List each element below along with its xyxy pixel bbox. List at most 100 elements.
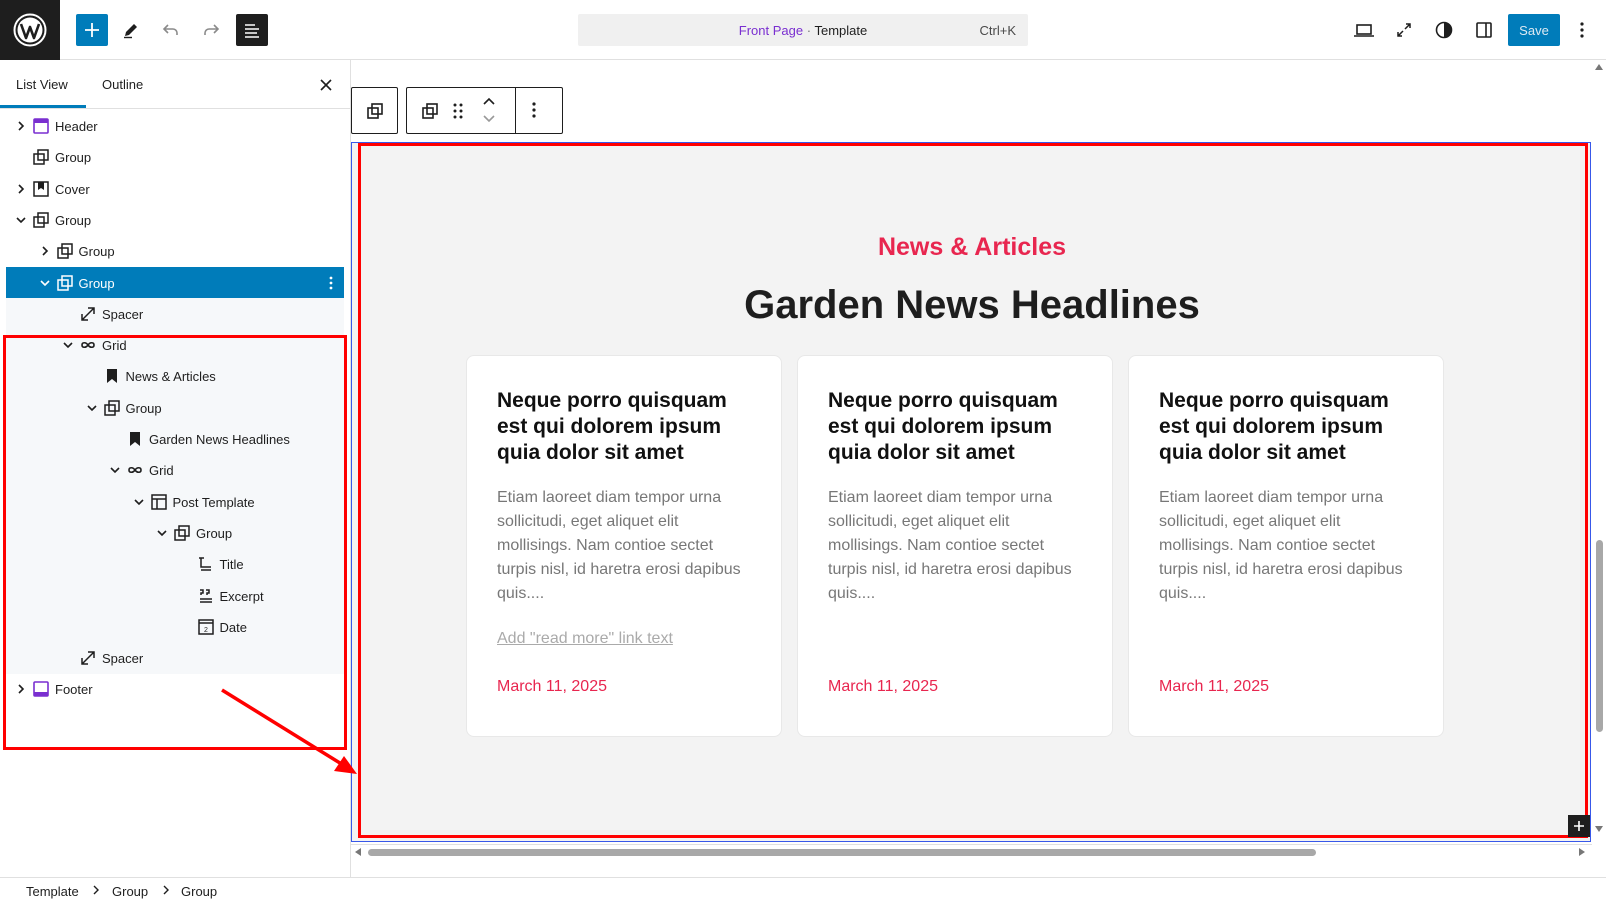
- block-type-button[interactable]: [421, 102, 439, 120]
- post-date[interactable]: March 11, 2025: [1159, 678, 1269, 696]
- redo-icon: [204, 24, 220, 35]
- chevron-right-icon[interactable]: [14, 682, 28, 696]
- horizontal-scrollbar[interactable]: [351, 844, 1592, 858]
- svg-text:2: 2: [204, 627, 208, 634]
- options-button[interactable]: [1568, 14, 1596, 46]
- chevron-down-icon[interactable]: [14, 213, 28, 227]
- breadcrumb-item[interactable]: Template: [26, 884, 79, 899]
- post-card[interactable]: Neque porro quisquam est qui dolorem ips…: [1128, 355, 1444, 737]
- tools-button[interactable]: [115, 14, 147, 46]
- list-view-item[interactable]: Post Template: [6, 485, 344, 518]
- scroll-up-icon[interactable]: [1595, 64, 1603, 70]
- post-excerpt[interactable]: Etiam laoreet diam tempor urna sollicitu…: [1159, 486, 1409, 606]
- tab-list-view[interactable]: List View: [16, 77, 68, 92]
- list-view-item-label: Group: [78, 244, 115, 260]
- post-title[interactable]: Neque porro quisquam est qui dolorem ips…: [828, 388, 1088, 466]
- drag-handle[interactable]: [452, 102, 464, 120]
- list-view-item[interactable]: Group: [6, 204, 344, 236]
- breadcrumb-item[interactable]: Group: [112, 884, 148, 899]
- list-view-item[interactable]: Spacer: [6, 297, 344, 330]
- add-block-button[interactable]: [76, 14, 108, 46]
- list-view-item[interactable]: Header: [6, 110, 344, 142]
- active-tab-indicator: [0, 105, 86, 108]
- scroll-down-icon[interactable]: [1595, 826, 1603, 832]
- move-up-button[interactable]: [482, 96, 496, 106]
- list-view-item[interactable]: Grid: [6, 329, 344, 362]
- list-view-item[interactable]: Group: [6, 141, 344, 173]
- keyboard-shortcut: Ctrl+K: [979, 23, 1016, 38]
- list-view-item[interactable]: Cover: [6, 173, 344, 205]
- tab-outline[interactable]: Outline: [102, 77, 143, 92]
- list-view-item[interactable]: Group: [6, 266, 344, 299]
- wordpress-logo-icon[interactable]: [0, 0, 60, 60]
- fullscreen-button[interactable]: [1388, 14, 1420, 46]
- more-vertical-icon[interactable]: [328, 275, 334, 291]
- sidebar-tabs: List View Outline: [0, 60, 350, 109]
- list-view-item-label: Group: [196, 525, 233, 541]
- list-view-item[interactable]: Footer: [6, 673, 344, 705]
- editor-header: Front Page · Template Ctrl+K Save: [0, 0, 1606, 60]
- group-icon: [56, 243, 73, 259]
- parent-block-selector-button[interactable]: [351, 87, 398, 134]
- group-icon: [366, 102, 383, 119]
- chevron-down-icon[interactable]: [155, 526, 169, 540]
- post-date[interactable]: March 11, 2025: [497, 678, 607, 696]
- section-eyebrow[interactable]: News & Articles: [352, 233, 1592, 262]
- close-sidebar-button[interactable]: [314, 73, 338, 97]
- horizontal-scroll-thumb[interactable]: [368, 849, 1316, 856]
- list-view-item[interactable]: Title: [6, 548, 344, 581]
- chevron-right-icon[interactable]: [38, 244, 52, 258]
- settings-sidebar-button[interactable]: [1468, 14, 1500, 46]
- news-section-group-block[interactable]: News & Articles Garden News Headlines Ne…: [351, 142, 1591, 842]
- styles-button[interactable]: [1428, 14, 1460, 46]
- post-title[interactable]: Neque porro quisquam est qui dolorem ips…: [497, 388, 757, 466]
- list-view-item[interactable]: Group: [6, 391, 344, 424]
- list-view-item-label: Group: [55, 212, 92, 228]
- chevron-down-icon[interactable]: [108, 463, 122, 477]
- chevron-down-icon[interactable]: [38, 276, 52, 290]
- post-title[interactable]: Neque porro quisquam est qui dolorem ips…: [1159, 388, 1419, 466]
- vertical-scrollbar[interactable]: [1592, 60, 1606, 843]
- list-view-item[interactable]: 2 Date: [6, 610, 344, 643]
- block-options-button[interactable]: [531, 101, 537, 119]
- title-icon: [198, 557, 211, 571]
- list-view-item[interactable]: Spacer: [6, 642, 344, 675]
- scroll-left-icon[interactable]: [355, 848, 361, 856]
- vertical-scroll-thumb[interactable]: [1596, 540, 1603, 732]
- save-button[interactable]: Save: [1508, 14, 1560, 46]
- move-down-button[interactable]: [482, 114, 496, 124]
- chevron-right-icon[interactable]: [14, 182, 28, 196]
- redo-button[interactable]: [195, 14, 227, 46]
- list-view-item[interactable]: Garden News Headlines: [6, 423, 344, 455]
- device-preview-button[interactable]: [1348, 14, 1380, 46]
- toolbar-divider: [515, 88, 516, 133]
- bookmark-icon: [106, 369, 117, 384]
- chevron-right-icon[interactable]: [14, 119, 28, 133]
- cover-icon: [33, 180, 49, 197]
- excerpt-icon: [199, 588, 212, 603]
- list-view-button[interactable]: [236, 14, 268, 46]
- list-view-item[interactable]: News & Articles: [6, 360, 344, 393]
- scroll-right-icon[interactable]: [1579, 848, 1585, 856]
- chevron-down-icon[interactable]: [132, 495, 146, 509]
- read-more-placeholder[interactable]: Add "read more" link text: [497, 630, 673, 648]
- chevron-down-icon[interactable]: [85, 401, 99, 415]
- post-excerpt[interactable]: Etiam laoreet diam tempor urna sollicitu…: [828, 486, 1078, 606]
- list-view-item[interactable]: Grid: [6, 454, 344, 487]
- section-heading[interactable]: Garden News Headlines: [352, 283, 1592, 328]
- template-type: Template: [814, 23, 868, 38]
- list-view-item[interactable]: Group: [6, 235, 344, 267]
- inserter-button[interactable]: [1568, 815, 1590, 837]
- group-icon: [56, 274, 73, 291]
- post-card[interactable]: Neque porro quisquam est qui dolorem ips…: [797, 355, 1113, 737]
- command-palette-button[interactable]: Front Page · Template Ctrl+K: [578, 14, 1028, 46]
- post-card[interactable]: Neque porro quisquam est qui dolorem ips…: [466, 355, 782, 737]
- chevron-down-icon[interactable]: [61, 338, 75, 352]
- post-date[interactable]: March 11, 2025: [828, 678, 938, 696]
- undo-button[interactable]: [155, 14, 187, 46]
- post-excerpt[interactable]: Etiam laoreet diam tempor urna sollicitu…: [497, 486, 747, 606]
- header-icon: [33, 118, 49, 134]
- breadcrumb-item[interactable]: Group: [181, 884, 217, 899]
- list-view-item[interactable]: Group: [6, 516, 344, 549]
- list-view-item[interactable]: Excerpt: [6, 579, 344, 612]
